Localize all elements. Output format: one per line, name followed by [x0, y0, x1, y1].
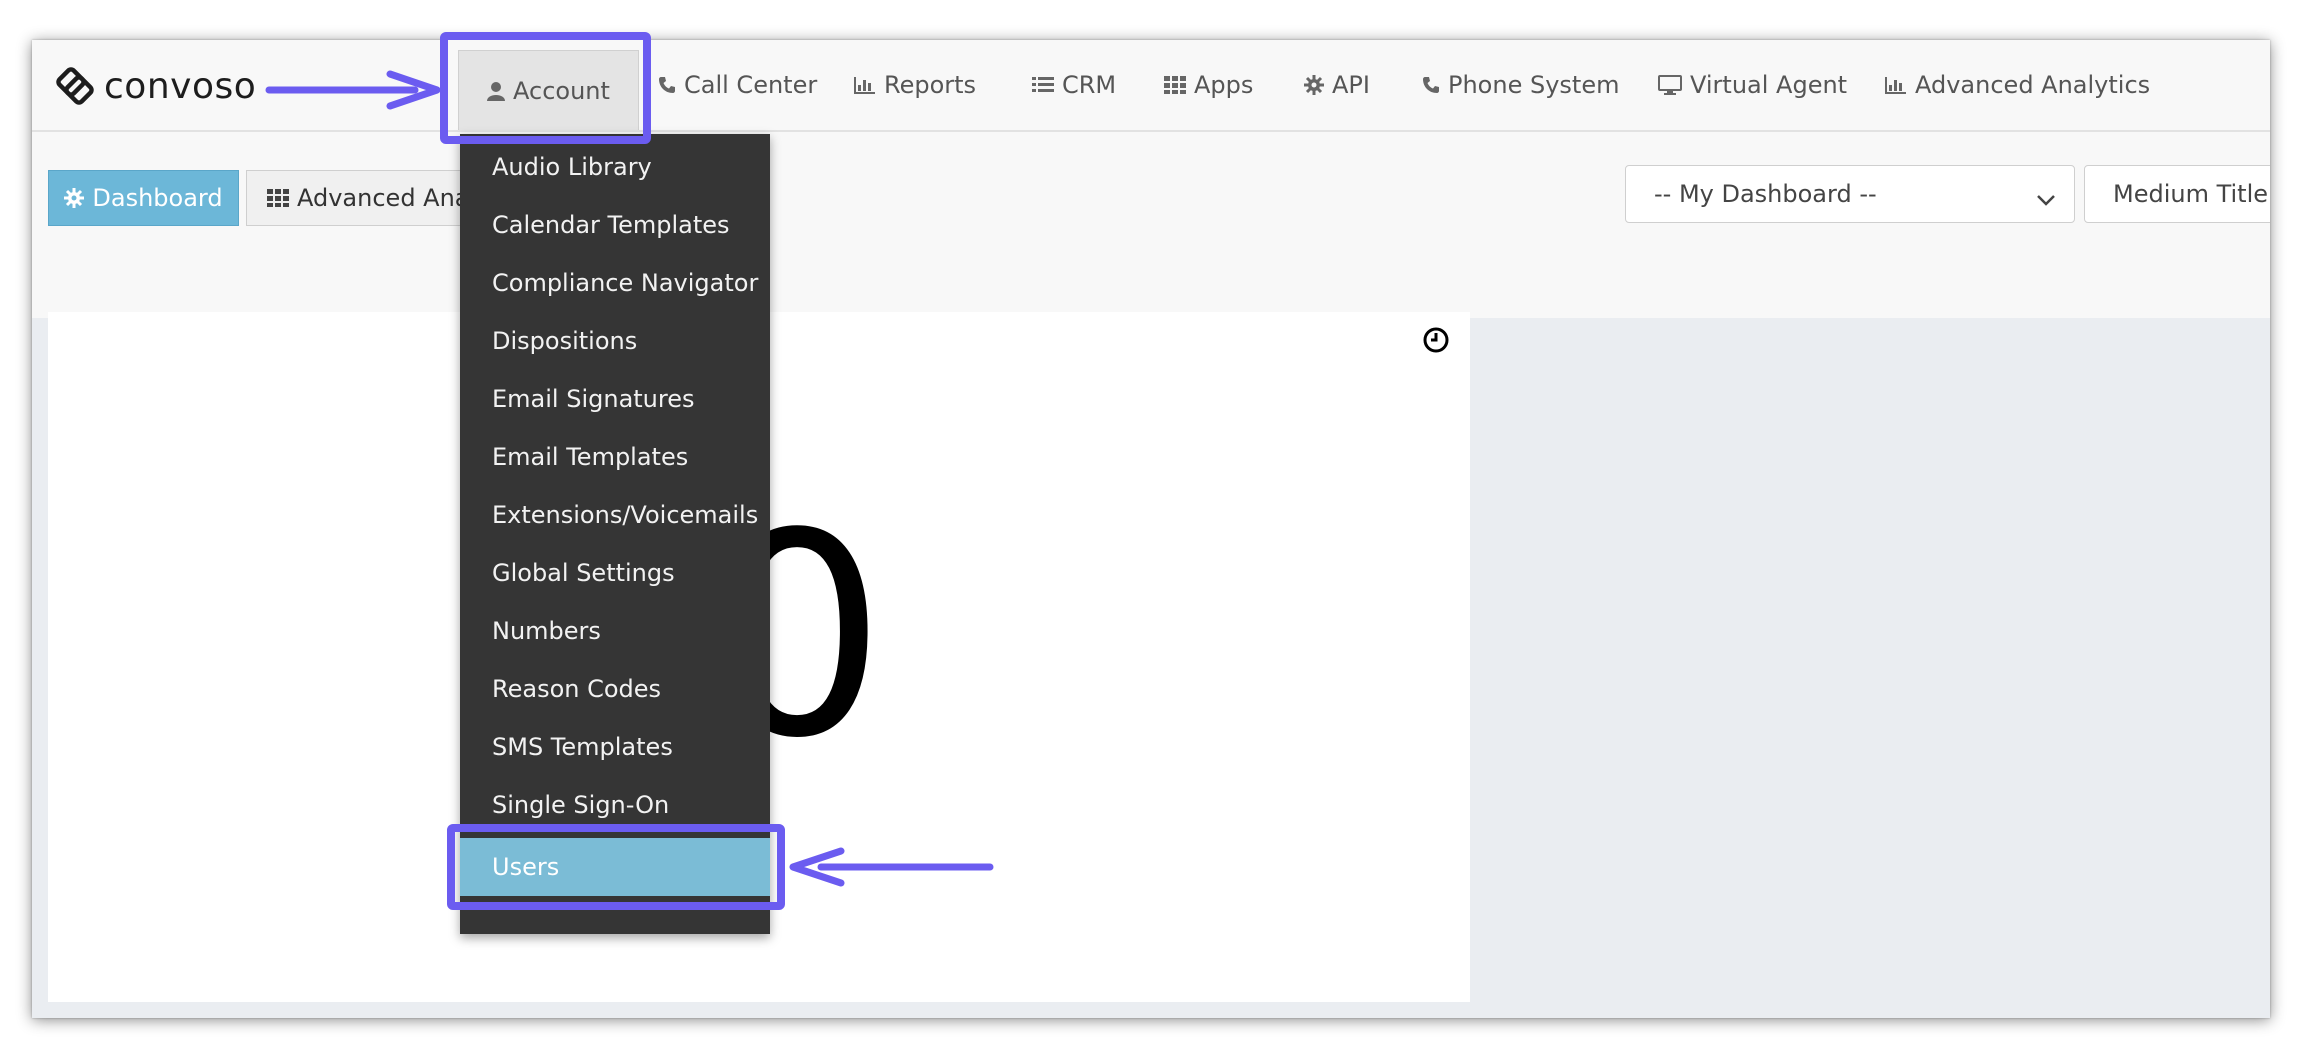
brand-logo[interactable]: convoso: [52, 64, 256, 108]
bar-chart-icon: [1885, 76, 1907, 94]
bar-chart-icon: [854, 76, 876, 94]
menu-item-sms-templates[interactable]: SMS Templates: [460, 718, 770, 776]
menu-item-numbers[interactable]: Numbers: [460, 602, 770, 660]
grid-icon: [1164, 76, 1186, 94]
menu-item-email-signatures[interactable]: Email Signatures: [460, 370, 770, 428]
brand-name: convoso: [104, 65, 257, 107]
dashboard-select[interactable]: -- My Dashboard --: [1625, 165, 2075, 223]
phone-icon: [658, 76, 676, 94]
chevron-down-icon: [2036, 185, 2056, 213]
phone-icon: [1422, 76, 1440, 94]
dashboard-button-label: Dashboard: [92, 184, 223, 212]
menu-item-compliance-navigator[interactable]: Compliance Navigator: [460, 254, 770, 312]
nav-apps[interactable]: Apps: [1164, 54, 1253, 116]
nav-phone-system[interactable]: Phone System: [1422, 54, 1619, 116]
dashboard-button[interactable]: Dashboard: [48, 170, 239, 226]
nav-call-center[interactable]: Call Center: [658, 54, 817, 116]
nav-crm-label: CRM: [1062, 71, 1117, 99]
nav-call-center-label: Call Center: [684, 71, 818, 99]
advanced-analytics-button-label: Advanced Anal: [297, 184, 477, 212]
nav-reports-label: Reports: [884, 71, 977, 99]
users-highlight-box: [447, 824, 785, 910]
nav-apps-label: Apps: [1194, 71, 1254, 99]
nav-advanced-analytics-label: Advanced Analytics: [1915, 71, 2151, 99]
app-window: convoso Account Call Center Reports CRM: [32, 40, 2270, 1018]
menu-item-extensions-voicemails[interactable]: Extensions/Voicemails: [460, 486, 770, 544]
title-size-select[interactable]: Medium Title F: [2084, 165, 2270, 223]
arrow-left-icon: [789, 847, 994, 887]
nav-reports[interactable]: Reports: [854, 54, 976, 116]
nav-crm[interactable]: CRM: [1032, 54, 1116, 116]
clock-icon[interactable]: [1422, 326, 1450, 358]
nav-phone-system-label: Phone System: [1448, 71, 1620, 99]
convoso-logo-icon: [56, 67, 94, 105]
gear-icon: [64, 188, 85, 208]
nav-api-label: API: [1332, 71, 1370, 99]
arrow-right-icon: [265, 70, 441, 110]
gear-icon: [1304, 75, 1324, 95]
nav-advanced-analytics[interactable]: Advanced Analytics: [1885, 54, 2150, 116]
list-icon: [1032, 76, 1054, 94]
menu-item-email-templates[interactable]: Email Templates: [460, 428, 770, 486]
dashboard-select-value: -- My Dashboard --: [1654, 180, 1877, 208]
account-highlight-box: [440, 32, 651, 144]
menu-item-dispositions[interactable]: Dispositions: [460, 312, 770, 370]
menu-item-audio-library[interactable]: Audio Library: [460, 138, 770, 196]
nav-api[interactable]: API: [1304, 54, 1370, 116]
nav-virtual-agent[interactable]: Virtual Agent: [1658, 54, 1847, 116]
title-size-select-value: Medium Title F: [2113, 180, 2270, 208]
monitor-icon: [1658, 75, 1682, 95]
menu-item-calendar-templates[interactable]: Calendar Templates: [460, 196, 770, 254]
grid-icon: [267, 189, 289, 207]
menu-item-global-settings[interactable]: Global Settings: [460, 544, 770, 602]
menu-item-reason-codes[interactable]: Reason Codes: [460, 660, 770, 718]
account-dropdown-menu: Audio Library Calendar Templates Complia…: [460, 134, 770, 934]
nav-virtual-agent-label: Virtual Agent: [1690, 71, 1848, 99]
